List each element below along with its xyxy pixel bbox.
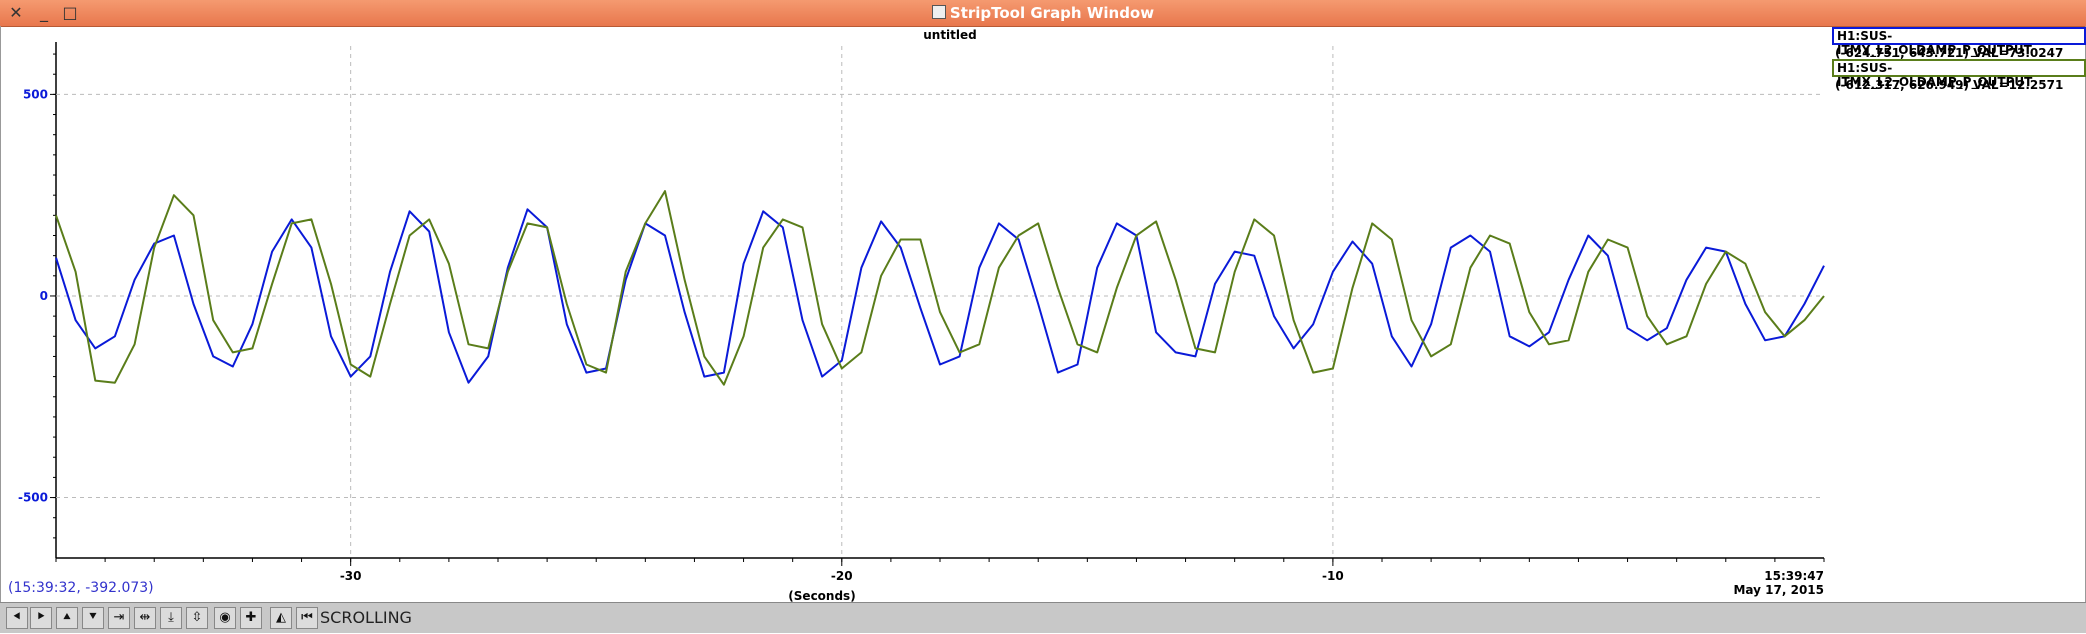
cursor-readout: (15:39:32, -392.073): [8, 580, 154, 596]
scroll-down-button[interactable]: ⯆: [82, 607, 104, 629]
reset-icon: ⏮: [301, 610, 313, 625]
y-tick-label: 500: [23, 87, 48, 101]
legend-name: H1:SUS-ITMY_L2_OLDAMP_P_OUTPUT: [1832, 27, 2086, 57]
arrow-left-icon: ⯇: [11, 610, 23, 625]
window-titlebar[interactable]: ✕ _ □ StripTool Graph Window: [0, 0, 2086, 27]
reset-button[interactable]: ⏮: [296, 607, 318, 629]
arrow-right-icon: ⯈: [35, 610, 47, 625]
legend-name: H1:SUS-ITMX_L2_OLDAMP_P_OUTPUT: [1832, 59, 2086, 89]
legend-entry-itmx[interactable]: H1:SUS-ITMX_L2_OLDAMP_P_OUTPUT (-612.317…: [1832, 59, 2086, 92]
x-tick-label: -20: [831, 569, 853, 583]
zoom-out-y-icon: ⇳: [191, 610, 203, 625]
chart-title: untitled: [923, 28, 977, 42]
timestamp-time: 15:39:47: [1764, 569, 1824, 583]
scroll-right-button[interactable]: ⯈: [30, 607, 52, 629]
zoom-in-x-button[interactable]: ⇥: [108, 607, 130, 629]
scroll-left-button[interactable]: ⯇: [6, 607, 28, 629]
zoom-in-y-icon: ⤓: [168, 610, 174, 625]
scroll-up-button[interactable]: ⯅: [56, 607, 78, 629]
app-icon: [931, 5, 946, 19]
zoom-out-x-icon: ⇹: [139, 610, 151, 625]
x-tick-label: -30: [340, 569, 362, 583]
x-axis-label: (Seconds): [788, 589, 855, 602]
zoom-in-x-icon: ⇥: [113, 610, 125, 625]
zoom-out-x-button[interactable]: ⇹: [134, 607, 156, 629]
zoom-in-y-button[interactable]: ⤓: [160, 607, 182, 629]
window-title-text: StripTool Graph Window: [949, 4, 1155, 22]
strip-chart[interactable]: untitled 500 0 -500 -30 -20 -10 15:39:47May 17,…: [0, 26, 2086, 602]
zoom-button[interactable]: ✚: [240, 607, 262, 629]
window-title: StripTool Graph Window: [0, 0, 2086, 26]
auto-scale-icon: ◭: [276, 610, 286, 625]
toolbar: ⯇ ⯈ ⯅ ⯆ ⇥ ⇹ ⤓ ⇳ ◉ ✚ ◭ ⏮ SCROLLING: [0, 602, 2086, 633]
pan-button[interactable]: ◉: [214, 607, 236, 629]
timestamp-date: May 17, 2015: [1733, 583, 1824, 597]
zoom-out-y-button[interactable]: ⇳: [186, 607, 208, 629]
arrow-down-icon: ⯆: [87, 610, 99, 625]
pan-icon: ◉: [219, 610, 231, 625]
zoom-icon: ✚: [245, 610, 257, 625]
legend-entry-itmy[interactable]: H1:SUS-ITMY_L2_OLDAMP_P_OUTPUT (-624.751…: [1832, 27, 2086, 60]
x-tick-label: -10: [1322, 569, 1344, 583]
legend-range: (-612.317, 626.949) VAL=12.2571: [1835, 78, 2064, 92]
y-tick-label: 0: [40, 289, 48, 303]
y-tick-label: -500: [18, 491, 48, 505]
auto-scale-button[interactable]: ◭: [270, 607, 292, 629]
arrow-up-icon: ⯅: [61, 610, 73, 625]
mode-label: SCROLLING: [320, 608, 412, 627]
